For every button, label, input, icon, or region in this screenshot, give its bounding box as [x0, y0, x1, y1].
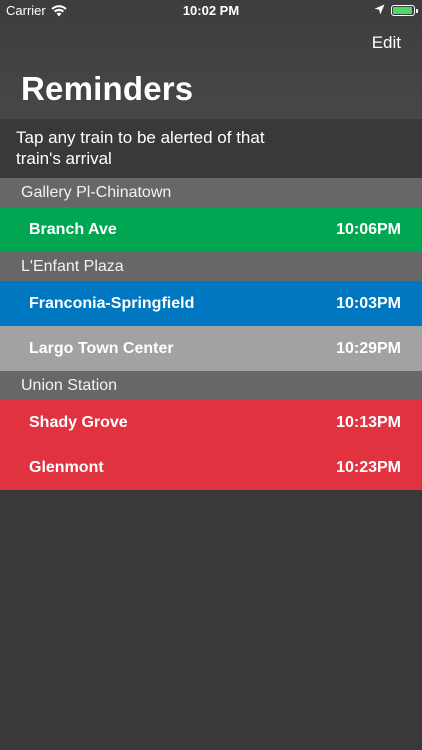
status-bar: Carrier 10:02 PM	[0, 0, 422, 22]
train-row[interactable]: Largo Town Center 10:29PM	[0, 326, 422, 371]
train-destination: Glenmont	[29, 458, 104, 476]
station-header: L'Enfant Plaza	[0, 252, 422, 281]
station-header: Gallery Pl-Chinatown	[0, 178, 422, 207]
train-destination: Largo Town Center	[29, 339, 174, 357]
train-row[interactable]: Branch Ave 10:06PM	[0, 207, 422, 252]
train-destination: Branch Ave	[29, 220, 117, 238]
status-right-icons	[374, 3, 418, 18]
train-arrival-time: 10:13PM	[336, 413, 401, 431]
train-destination: Franconia-Springfield	[29, 294, 195, 312]
battery-icon	[391, 5, 418, 16]
station-header: Union Station	[0, 371, 422, 400]
train-row[interactable]: Shady Grove 10:13PM	[0, 400, 422, 445]
train-destination: Shady Grove	[29, 413, 128, 431]
hint-text: Tap any train to be alerted of that trai…	[16, 128, 265, 168]
edit-button[interactable]: Edit	[372, 33, 401, 53]
train-row[interactable]: Glenmont 10:23PM	[0, 445, 422, 490]
location-arrow-icon	[374, 3, 385, 18]
train-arrival-time: 10:03PM	[336, 294, 401, 312]
train-arrival-time: 10:29PM	[336, 339, 401, 357]
battery-level	[393, 7, 412, 14]
page-title: Reminders	[21, 70, 194, 107]
station-name: Gallery Pl-Chinatown	[21, 183, 172, 201]
train-arrival-time: 10:06PM	[336, 220, 401, 238]
status-time: 10:02 PM	[182, 3, 240, 18]
reminder-list: Gallery Pl-Chinatown Branch Ave 10:06PM …	[0, 178, 422, 490]
battery-cap	[416, 9, 418, 13]
station-name: L'Enfant Plaza	[21, 257, 124, 275]
train-row[interactable]: Franconia-Springfield 10:03PM	[0, 281, 422, 326]
train-arrival-time: 10:23PM	[336, 458, 401, 476]
station-name: Union Station	[21, 376, 118, 394]
